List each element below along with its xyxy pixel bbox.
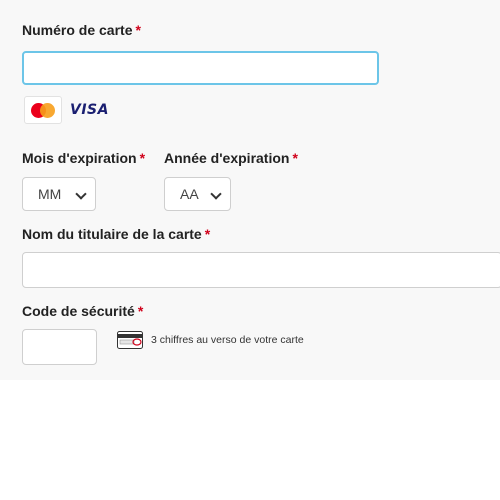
expiry-month-select[interactable]: MM [22,177,96,211]
required-mark: * [135,22,141,38]
chevron-down-icon [75,188,87,200]
required-mark: * [292,150,298,166]
holder-label-text: Nom du titulaire de la carte [22,226,202,242]
holder-name-input[interactable] [22,252,500,288]
card-number-input[interactable] [22,51,379,85]
payment-form: Numéro de carte * VISA Mois d'expiration *… [0,0,500,380]
card-number-label: Numéro de carte * [22,22,141,38]
expiry-month-value: MM [38,186,62,202]
expiry-year-label-text: Année d'expiration [164,150,290,166]
expiry-year-select[interactable]: AA [164,177,231,211]
visa-logo: VISA [70,102,109,118]
required-mark: * [139,150,146,166]
mastercard-logo [24,96,62,124]
security-code-label: Code de sécurité * [22,303,143,319]
security-code-label-text: Code de sécurité [22,303,135,319]
chevron-down-icon [210,188,222,200]
expiry-month-label-text: Mois d'expiration [22,150,137,166]
card-number-label-text: Numéro de carte [22,22,133,38]
card-back-icon [117,331,143,349]
expiry-year-value: AA [180,186,199,202]
holder-label: Nom du titulaire de la carte * [22,226,210,242]
required-mark: * [204,226,211,242]
required-mark: * [137,303,144,319]
expiry-year-label: Année d'expiration * [164,150,298,166]
expiry-month-label: Mois d'expiration * [22,150,145,166]
security-code-input[interactable] [22,329,97,365]
security-code-hint: 3 chiffres au verso de votre carte [151,334,304,346]
